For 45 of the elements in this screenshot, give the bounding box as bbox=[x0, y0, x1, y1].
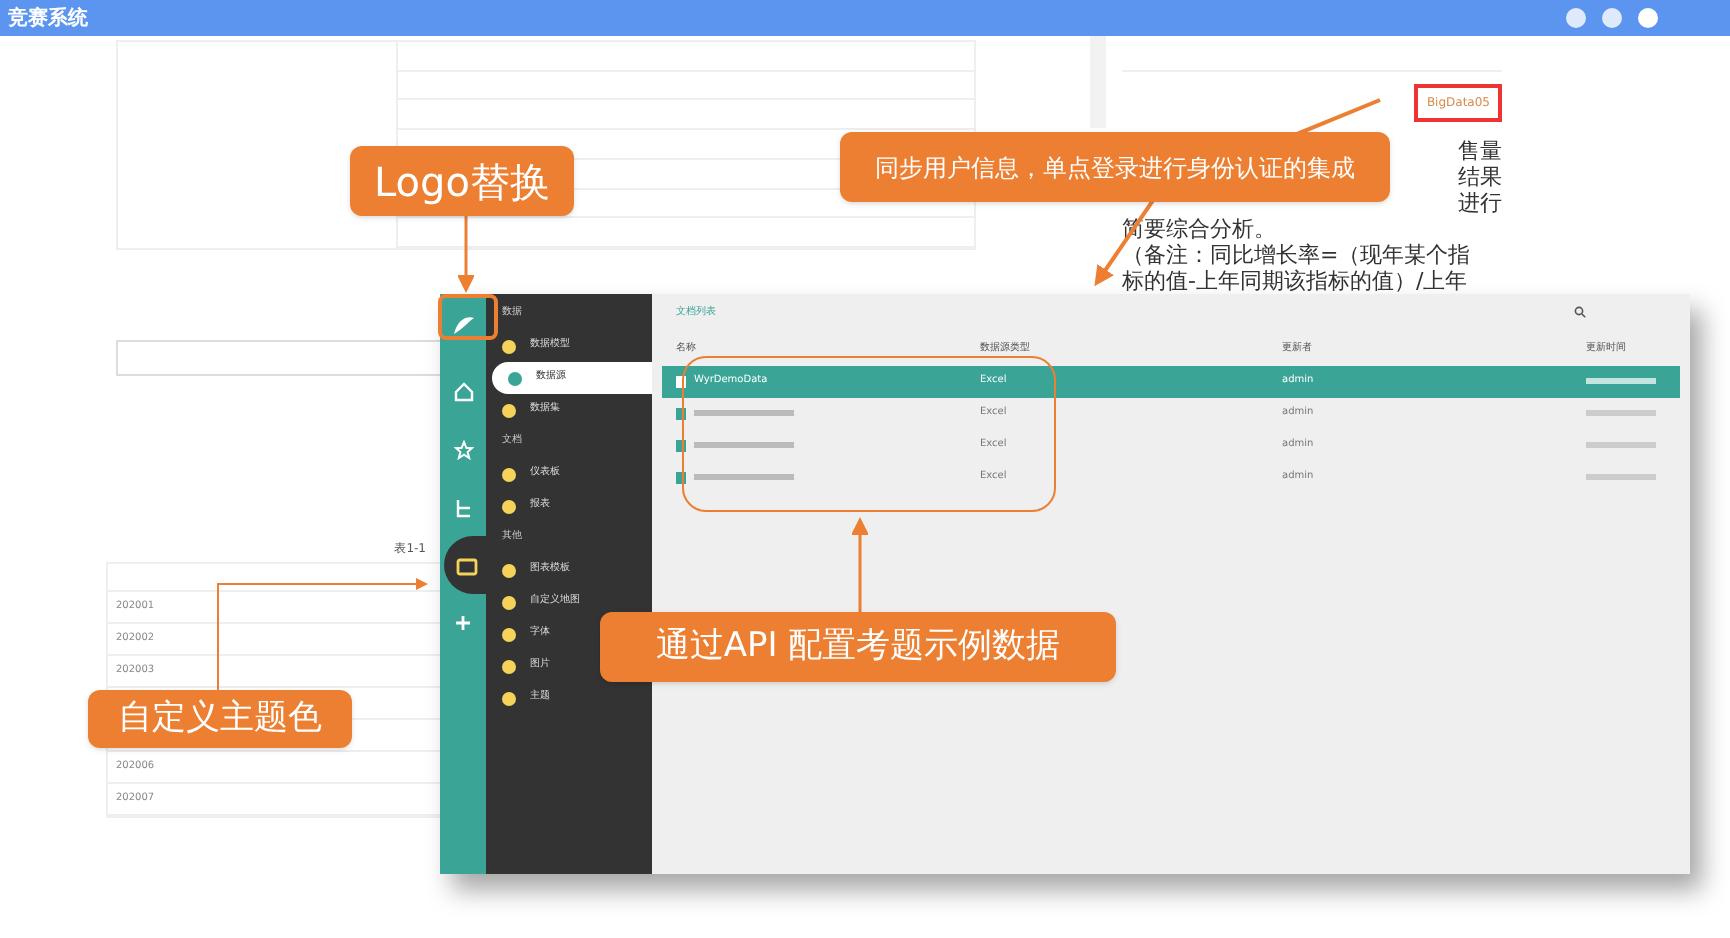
question-text: 标的值-上年同期该指标的值）/上年 bbox=[1122, 268, 1468, 294]
logo-icon bbox=[449, 314, 477, 338]
menu-icon bbox=[502, 467, 516, 481]
search-icon bbox=[1574, 306, 1586, 318]
blurred-name bbox=[694, 474, 794, 480]
menu-icon bbox=[502, 403, 516, 417]
menu-icon bbox=[502, 339, 516, 353]
file-icon bbox=[676, 407, 686, 419]
tree-icon bbox=[453, 497, 473, 517]
menu-icon bbox=[502, 595, 516, 609]
question-text: 进行 bbox=[1458, 190, 1502, 216]
help-icon bbox=[1602, 8, 1622, 28]
question-text: （备注：同比增长率=（现年某个指 bbox=[1122, 242, 1471, 268]
callout-label: 同步用户信息，单点登录进行身份认证的集成 bbox=[840, 132, 1390, 202]
callout-label: 自定义主题色 bbox=[88, 690, 352, 748]
plus-icon bbox=[454, 614, 472, 632]
scrollbar bbox=[1090, 36, 1106, 128]
logo-highlight bbox=[438, 294, 498, 340]
question-text: 结果 bbox=[1458, 164, 1502, 190]
blurred-date bbox=[1586, 442, 1656, 448]
file-icon bbox=[676, 439, 686, 451]
blurred-name bbox=[694, 410, 794, 416]
menu-icon bbox=[502, 691, 516, 705]
file-icon bbox=[676, 375, 686, 387]
menu-icon bbox=[502, 563, 516, 577]
callout-arrow bbox=[458, 216, 474, 294]
callout-label: Logo替换 bbox=[350, 146, 574, 216]
file-icon bbox=[676, 471, 686, 483]
user-avatar-icon bbox=[1638, 8, 1658, 28]
menu-icon bbox=[508, 371, 522, 385]
blurred-name bbox=[694, 442, 794, 448]
folder-icon bbox=[456, 555, 478, 575]
menu-icon bbox=[502, 499, 516, 513]
blurred-date bbox=[1586, 474, 1656, 480]
menu-icon bbox=[502, 659, 516, 673]
question-text: 售量 bbox=[1458, 138, 1502, 164]
menu-icon bbox=[502, 627, 516, 641]
app-title: 竞赛系统 bbox=[8, 4, 88, 33]
notification-icon bbox=[1566, 8, 1586, 28]
star-icon bbox=[453, 439, 473, 459]
callout-label: 通过API 配置考题示例数据 bbox=[600, 612, 1116, 682]
blurred-date bbox=[1586, 378, 1656, 384]
blurred-date bbox=[1586, 410, 1656, 416]
callout-arrow bbox=[852, 516, 868, 612]
home-icon bbox=[453, 381, 473, 401]
